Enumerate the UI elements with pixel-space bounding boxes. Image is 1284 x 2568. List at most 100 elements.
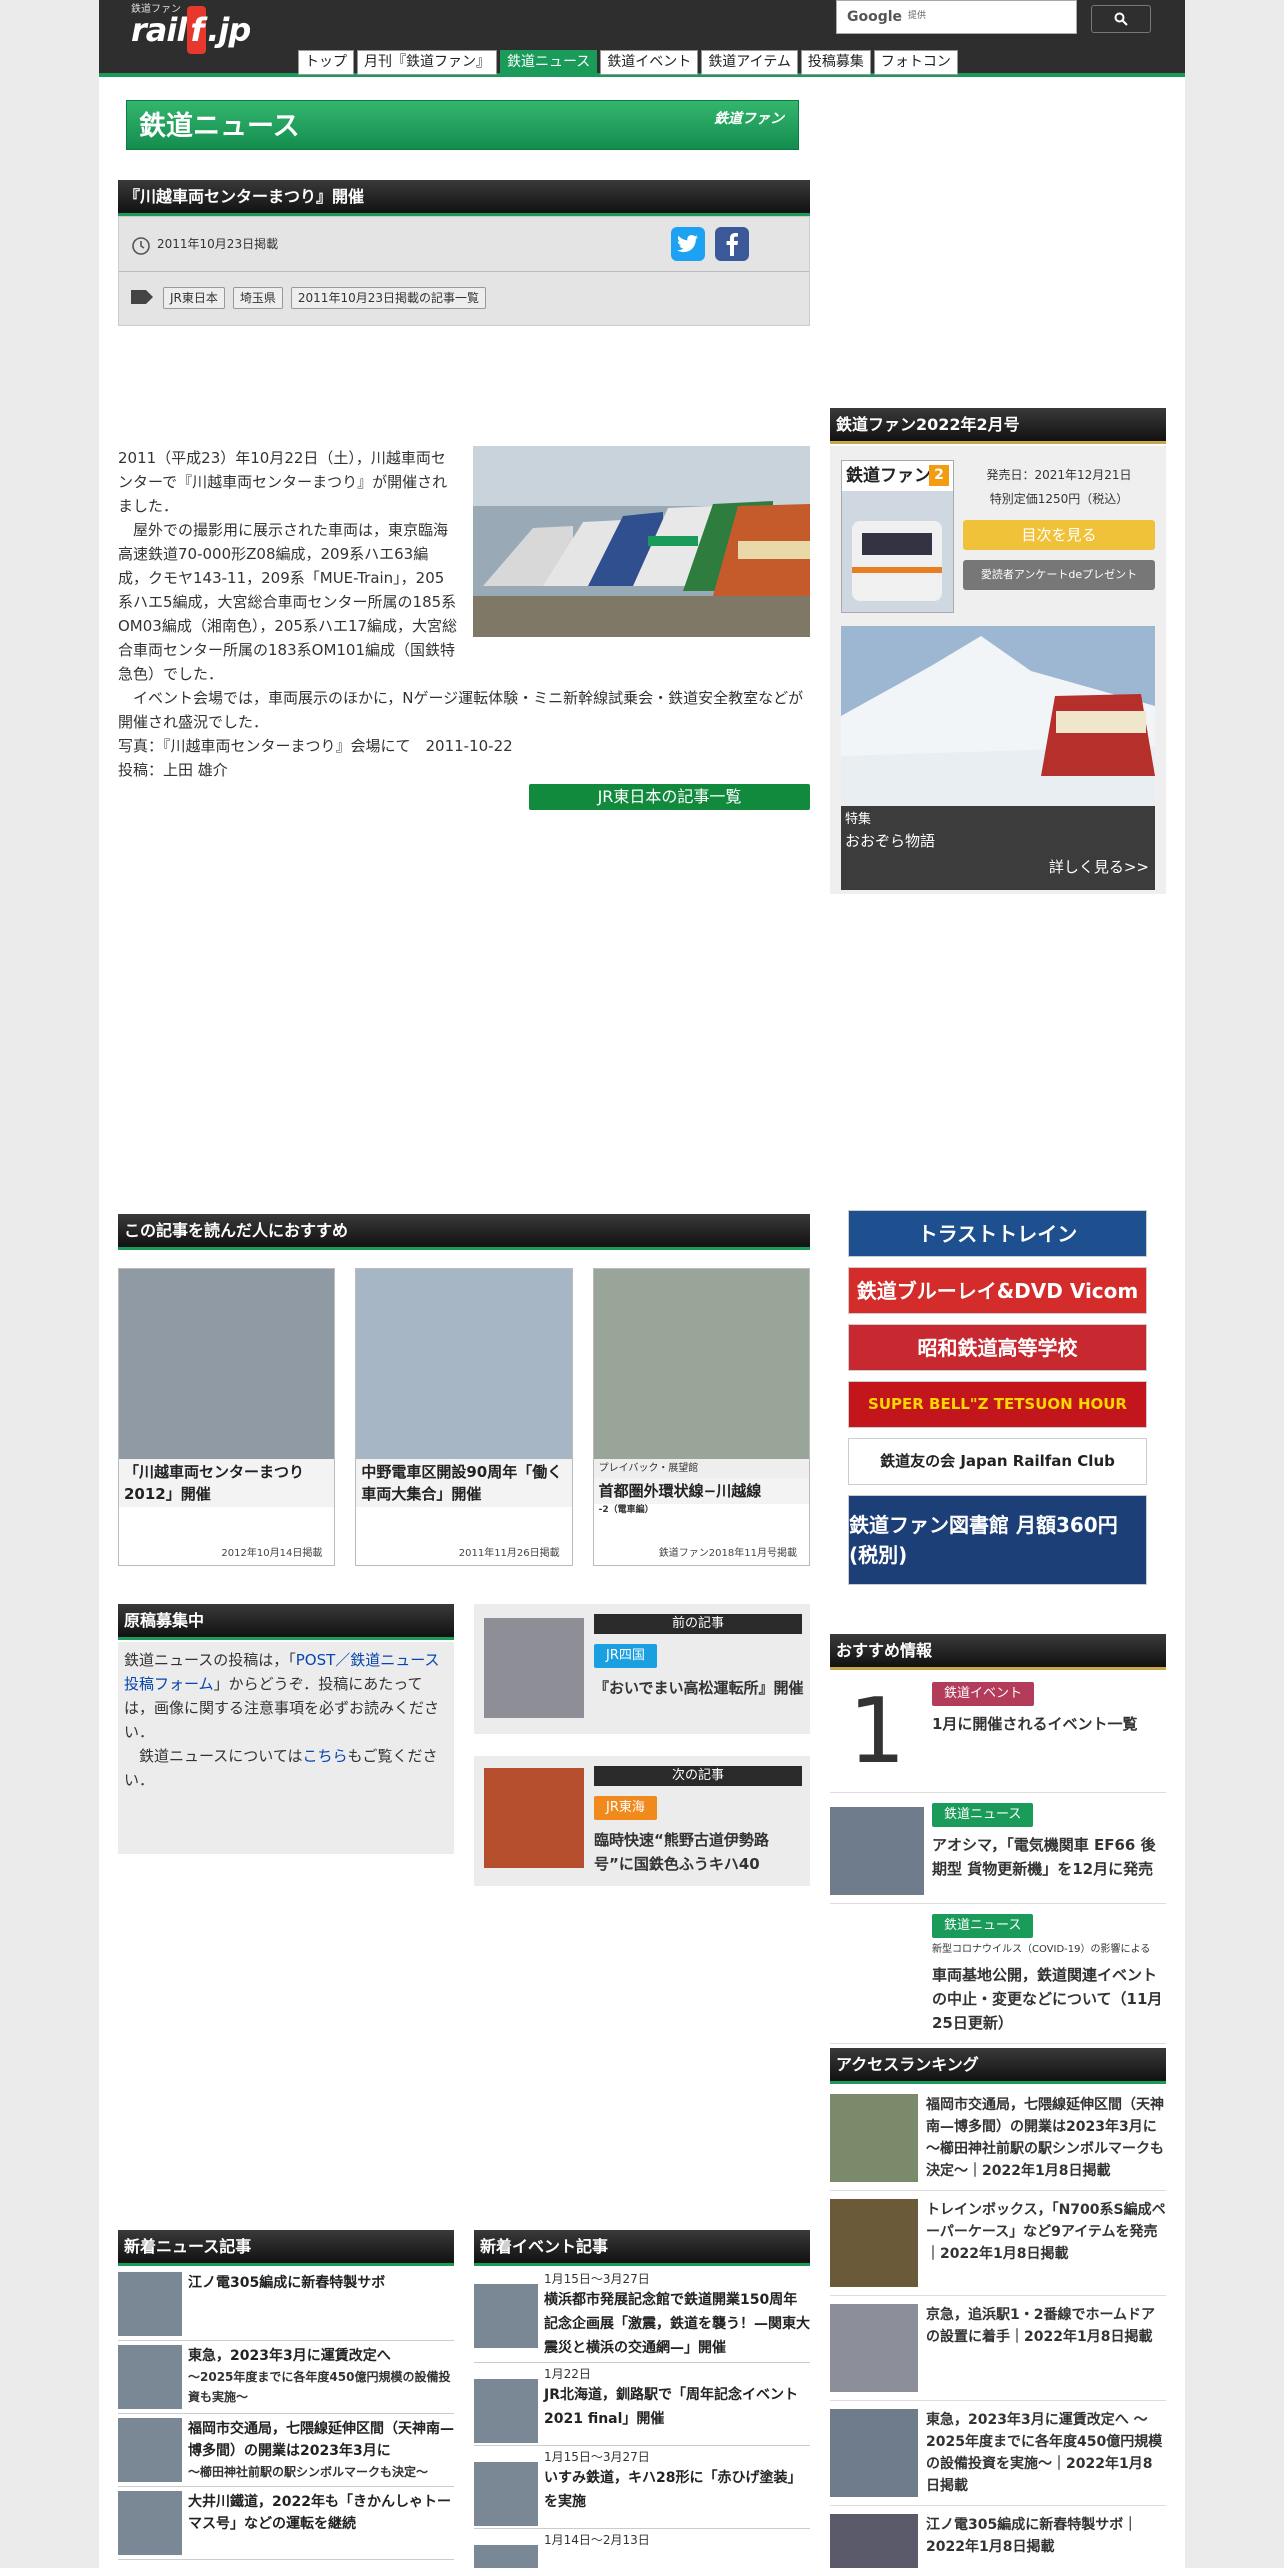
osusume-title: アオシマ，「電気機関車 EF66 後期型 貨物更新機」を12月に発売 <box>932 1835 1156 1878</box>
recommend-date: 鉄道ファン2018年11月号掲載 <box>658 1548 797 1559</box>
jr-east-list-button[interactable]: JR東日本の記事一覧 <box>529 784 810 810</box>
news-title: 江ノ電305編成に新春特製サボ <box>188 2275 386 2291</box>
feature-photo[interactable] <box>841 626 1155 806</box>
event-title: いすみ鉄道，キハ28形に「赤ひげ塗装」を実施 <box>544 2470 802 2510</box>
survey-button[interactable]: 愛読者アンケートdeプレゼント <box>963 560 1155 590</box>
event-text: 1月14日〜2月13日 <box>544 2531 650 2568</box>
submit-text-1: 鉄道ニュースの投稿は，「 <box>124 1651 296 1669</box>
article-title: 『川越車両センターまつり』開催 <box>118 180 810 216</box>
recommend-card[interactable]: 中野電車区開設90周年「働く車両大集合」開催 2011年11月26日掲載 <box>355 1268 573 1566</box>
magazine-cover[interactable]: 鉄道ファン 2 <box>841 460 954 613</box>
osusume-text: 鉄道ニュース アオシマ，「電気機関車 EF66 後期型 貨物更新機」を12月に発売 <box>932 1801 1166 1895</box>
submit-text-3: 鉄道ニュースについては <box>139 1747 303 1765</box>
ranking-title: 東急，2023年3月に運賃改定へ 〜2025年度までに各年度450億円規模の設備… <box>926 2412 1163 2494</box>
ranking-thumb <box>830 2304 918 2392</box>
about-news-link[interactable]: こちら <box>303 1747 348 1765</box>
ranking-item[interactable]: 京急，追浜駅1・2番線でホームドアの設置に着手｜2022年1月8日掲載 <box>830 2296 1166 2401</box>
news-text: 大井川鐵道，2022年も「きかんしゃトーマス号」などの運転を継続 <box>188 2491 454 2555</box>
tag-icon <box>131 290 153 304</box>
feature-more-link[interactable]: 詳しく見る>> <box>841 856 1155 879</box>
ranking-item[interactable]: 江ノ電305編成に新春特製サボ｜2022年1月8日掲載 <box>830 2506 1166 2568</box>
tag-link[interactable]: 2011年10月23日掲載の記事一覧 <box>290 287 486 309</box>
news-thumb <box>118 2272 182 2336</box>
nav-item[interactable]: 鉄道イベント <box>600 50 699 75</box>
new-news-header: 新着ニュース記事 <box>118 2230 454 2266</box>
news-item[interactable]: 大井川鐵道，2022年も「きかんしゃトーマス号」などの運転を継続 <box>118 2487 454 2560</box>
ad-banner[interactable]: SUPER BELL"Z TETSUON HOUR <box>848 1381 1147 1428</box>
clock-icon <box>132 237 150 255</box>
article-caption: 写真：『川越車両センターまつり』会場にて 2011-10-22 <box>118 737 513 755</box>
site-logo[interactable]: rail f .jp <box>131 6 251 54</box>
ranking-thumb <box>830 2409 918 2497</box>
event-thumb <box>474 2545 538 2568</box>
prev-article[interactable]: 前の記事 JR四国 『おいでまい高松運転所』開催 <box>474 1604 810 1734</box>
next-article[interactable]: 次の記事 JR東海 臨時快速“熊野古道伊勢路号”に国鉄色ふうキハ40 <box>474 1756 810 1886</box>
nav-item[interactable]: 鉄道アイテム <box>701 50 798 75</box>
nav-item[interactable]: フォトコン <box>873 50 958 75</box>
ranking-thumb <box>830 2514 918 2568</box>
event-item[interactable]: 1月14日〜2月13日 <box>474 2529 810 2568</box>
recommend-card[interactable]: プレイバック・展望館 首都圏外環状線−川越線 -2（電車編） 鉄道ファン2018年11… <box>592 1268 810 1566</box>
osusume-number: 1 <box>848 1679 906 1784</box>
nav-item[interactable]: 鉄道ニュース <box>500 50 598 75</box>
event-date: 1月22日 <box>544 2367 591 2381</box>
search-placeholder: 提供 <box>908 11 927 22</box>
event-item[interactable]: 1月15日〜3月27日 いすみ鉄道，キハ28形に「赤ひげ塗装」を実施 <box>474 2446 810 2529</box>
news-text: 福岡市交通局，七隈線延伸区間（天神南—博多間）の開業は2023年3月に 〜櫛田神社… <box>188 2418 454 2482</box>
ad-banner[interactable]: 昭和鉄道高等学校 <box>848 1324 1147 1371</box>
article-body-left: 2011（平成23）年10月22日（土），川越車両センターで『川越車両センターま… <box>118 446 458 518</box>
news-title: 大井川鐵道，2022年も「きかんしゃトーマス号」などの運転を継続 <box>188 2494 451 2532</box>
logo-text-pre: rail <box>131 11 187 49</box>
recommend-thumb <box>119 1269 335 1459</box>
news-item[interactable]: 江ノ電305編成に新春特製サボ <box>118 2268 454 2341</box>
toc-button[interactable]: 目次を見る <box>963 520 1155 550</box>
osusume-item[interactable]: 1 鉄道イベント 1月に開催されるイベント一覧 <box>830 1672 1166 1793</box>
ad-banner[interactable]: トラストトレイン <box>848 1210 1147 1257</box>
recommend-title: 首都圏外環状線−川越線 <box>593 1478 809 1504</box>
ranking-title: トレインボックス，「N700系S編成ペーパーケース」など9アイテムを発売｜202… <box>926 2202 1166 2262</box>
nav-item[interactable]: 投稿募集 <box>800 50 871 75</box>
ad-banner[interactable]: 鉄道友の会 Japan Railfan Club <box>848 1438 1147 1485</box>
search-button[interactable] <box>1091 5 1151 33</box>
event-item[interactable]: 1月15日〜3月27日 横浜都市発展記念館で鉄道開業150周年記念企画展「激震，鉄… <box>474 2268 810 2363</box>
submit-header: 原稿募集中 <box>118 1604 454 1640</box>
news-text: 江ノ電305編成に新春特製サボ <box>188 2272 385 2336</box>
feature-label: 特集 <box>845 812 872 827</box>
event-item[interactable]: 1月22日 JR北海道，釧路駅で「周年記念イベント2021 final」開催 <box>474 2363 810 2446</box>
magazine-header: 鉄道ファン2022年2月号 <box>830 408 1166 444</box>
prev-title: 『おいでまい高松運転所』開催 <box>594 1679 804 1697</box>
osusume-header: おすすめ情報 <box>830 1634 1166 1670</box>
cover-train-illustration <box>842 491 953 612</box>
event-text: 1月15日〜3月27日 いすみ鉄道，キハ28形に「赤ひげ塗装」を実施 <box>544 2448 810 2526</box>
osusume-title: 車両基地公開，鉄道関連イベントの中止・変更などについて（11月25日更新） <box>932 1965 1163 2032</box>
article-paragraph-1: 2011（平成23）年10月22日（土），川越車両センターで『川越車両センターま… <box>118 449 448 515</box>
news-item[interactable]: 東急，2023年3月に運賃改定へ 〜2025年度までに各年度450億円規模の設備投… <box>118 2341 454 2414</box>
ad-banner[interactable]: 鉄道ファン図書館 月額360円(税別) <box>848 1495 1147 1585</box>
search-input[interactable]: Google 提供 <box>836 0 1077 34</box>
twitter-icon <box>677 235 698 253</box>
train-photo-illustration <box>473 446 810 637</box>
ranking-item[interactable]: 東急，2023年3月に運賃改定へ 〜2025年度までに各年度450億円規模の設備… <box>830 2401 1166 2506</box>
osusume-title: 1月に開催されるイベント一覧 <box>932 1714 1138 1733</box>
twitter-share-button[interactable] <box>671 227 705 261</box>
news-title: 福岡市交通局，七隈線延伸区間（天神南—博多間）の開業は2023年3月に <box>188 2421 454 2459</box>
recommend-label: プレイバック・展望館 <box>593 1459 809 1478</box>
tag-link[interactable]: 埼玉県 <box>232 287 283 309</box>
event-title: 横浜都市発展記念館で鉄道開業150周年記念企画展「激震，鉄道を襲う！—関東大震災… <box>544 2292 810 2356</box>
osusume-item[interactable]: 鉄道ニュース アオシマ，「電気機関車 EF66 後期型 貨物更新機」を12月に発売 <box>830 1793 1166 1904</box>
ranking-item[interactable]: トレインボックス，「N700系S編成ペーパーケース」など9アイテムを発売｜202… <box>830 2191 1166 2296</box>
osusume-list: 1 鉄道イベント 1月に開催されるイベント一覧鉄道ニュース アオシマ，「電気機関車 E… <box>830 1672 1166 2044</box>
osusume-tag: 鉄道イベント <box>932 1682 1035 1706</box>
nav-item[interactable]: トップ <box>298 50 354 75</box>
facebook-share-button[interactable] <box>715 227 749 261</box>
recommend-card[interactable]: 「川越車両センターまつり2012」開催 2012年10月14日掲載 <box>118 1268 336 1566</box>
recommend-header: この記事を読んだ人におすすめ <box>118 1214 810 1250</box>
tag-link[interactable]: JR東日本 <box>163 287 225 309</box>
ranking-item[interactable]: 福岡市交通局，七隈線延伸区間（天神南—博多間）の開業は2023年3月に 〜櫛田神… <box>830 2086 1166 2191</box>
nav-item[interactable]: 月刊『鉄道ファン』 <box>357 50 497 75</box>
osusume-item[interactable]: 鉄道ニュース 新型コロナウイルス（COVID-19）の影響による 車両基地公開，鉄道… <box>830 1904 1166 2044</box>
ad-banner[interactable]: 鉄道ブルーレイ&DVD Vicom <box>848 1267 1147 1314</box>
main-nav: トップ 月刊『鉄道ファン』 鉄道ニュース 鉄道イベント 鉄道アイテム 投稿募集 フォトコン <box>298 50 958 75</box>
feature-caption-box[interactable]: 特集 おおぞら物語 詳しく見る>> <box>841 806 1155 890</box>
news-item[interactable]: 福岡市交通局，七隈線延伸区間（天神南—博多間）の開業は2023年3月に 〜櫛田神社… <box>118 2414 454 2487</box>
